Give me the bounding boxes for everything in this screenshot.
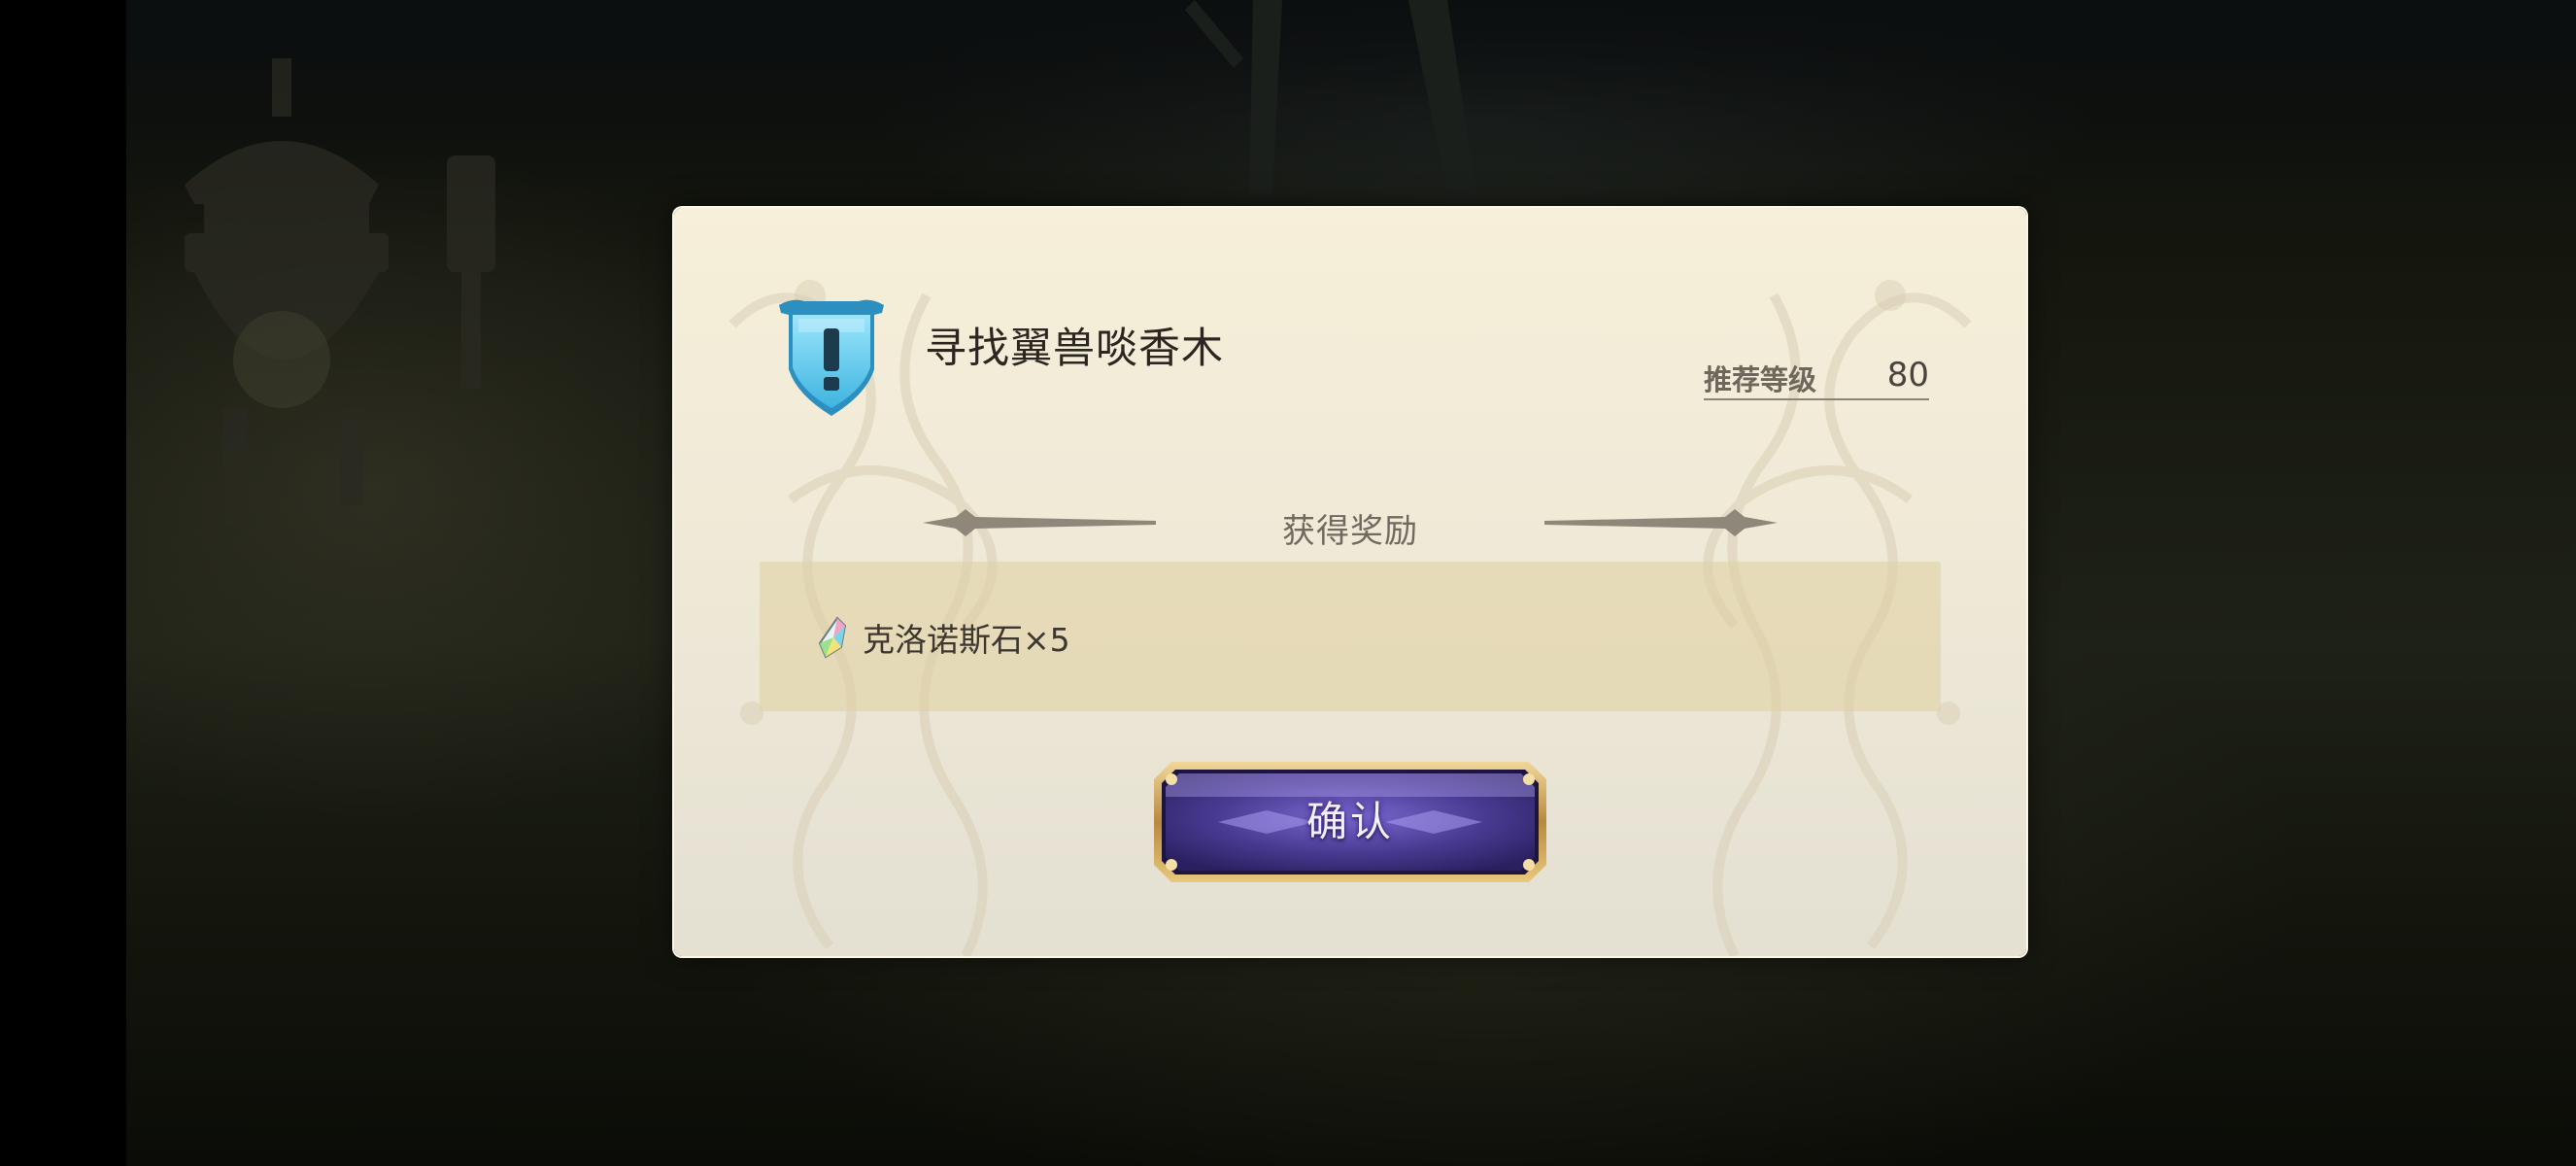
recommended-level: 推荐等级 80	[1704, 356, 1929, 400]
stone-lantern-silhouette	[185, 58, 495, 525]
quest-title: 寻找翼兽啖香木	[925, 325, 1224, 373]
reward-item-text: 克洛诺斯石×5	[863, 621, 1070, 659]
confirm-button[interactable]: 确认	[1150, 758, 1550, 886]
confirm-button-label: 确认	[1305, 798, 1394, 845]
crystal-icon	[818, 616, 847, 659]
reward-list: 克洛诺斯石×5	[760, 562, 1941, 711]
quest-exclamation-shield-icon	[779, 299, 884, 416]
quest-dialog: 寻找翼兽啖香木 推荐等级 80 获得奖励 克洛诺斯石×5 确认	[674, 208, 2026, 956]
tree-silhouette	[1185, 0, 1476, 194]
recommended-level-value: 80	[1886, 356, 1929, 394]
reward-item: 克洛诺斯石×5	[812, 614, 1070, 661]
recommended-level-label: 推荐等级	[1704, 363, 1817, 396]
reward-section-title: 获得奖励	[1282, 512, 1418, 551]
game-screen: 寻找翼兽啖香木 推荐等级 80 获得奖励 克洛诺斯石×5 确认	[0, 0, 2576, 1166]
